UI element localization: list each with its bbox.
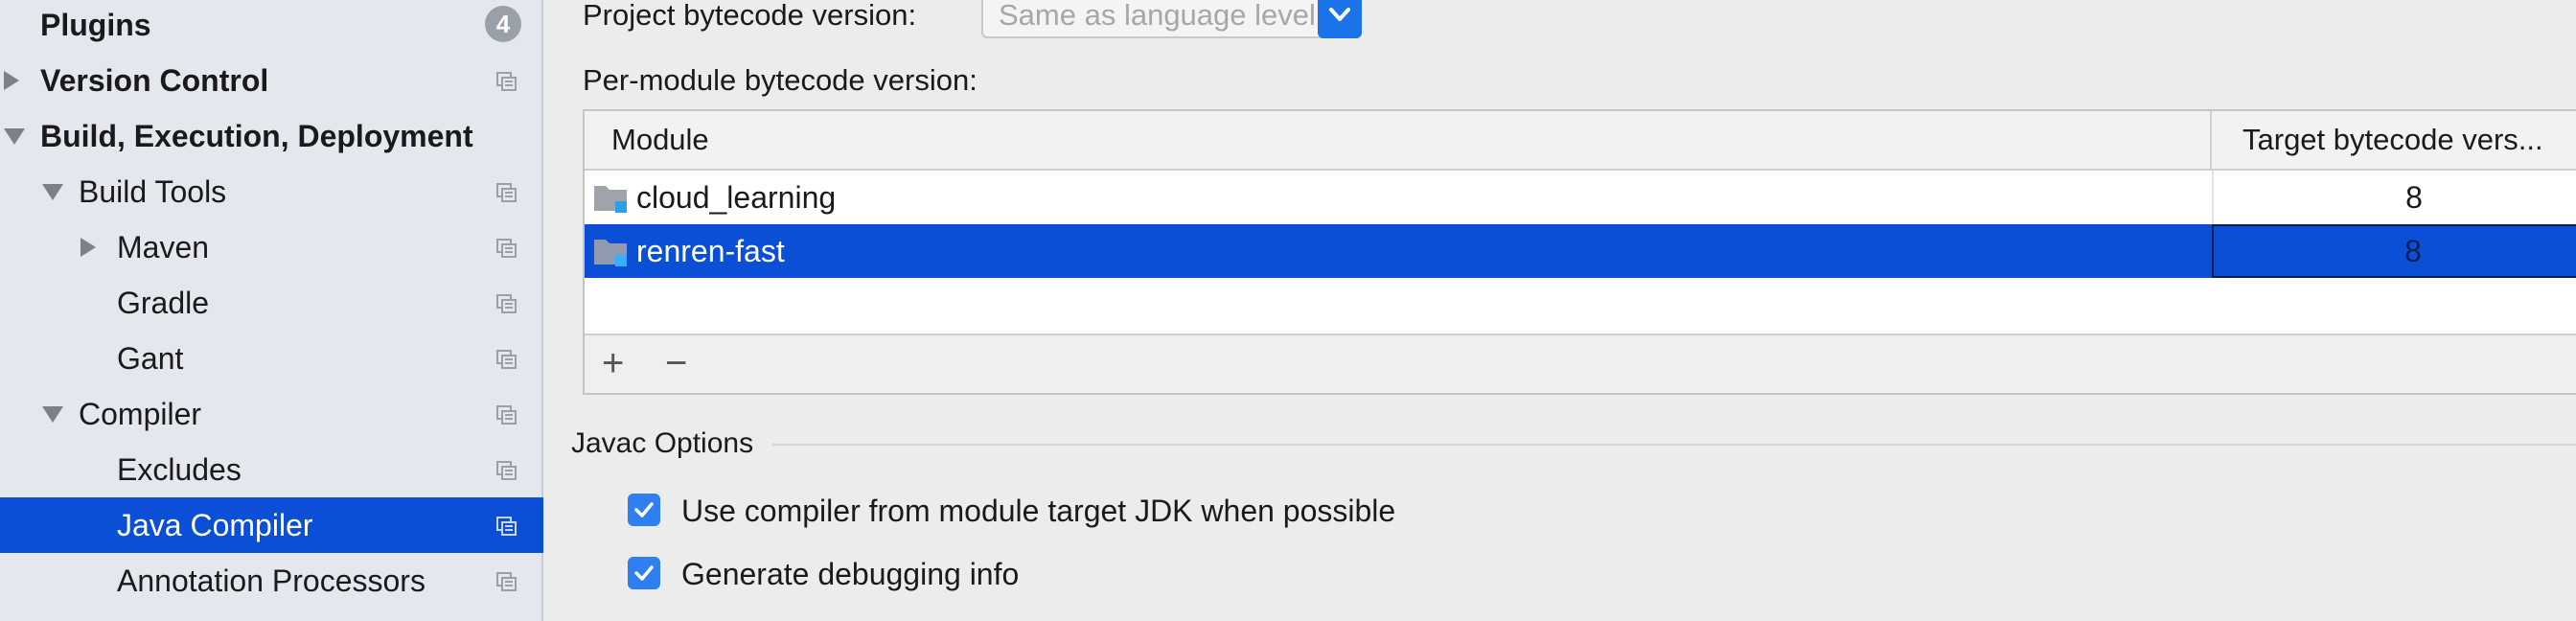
sidebar-item-label: Maven bbox=[117, 229, 210, 264]
settings-sidebar: Plugins 4 Version Control Build, Executi… bbox=[0, 0, 543, 621]
chevron-right-icon[interactable] bbox=[80, 238, 96, 257]
chevron-down-icon[interactable] bbox=[42, 184, 63, 200]
sidebar-item-plugins[interactable]: Plugins 4 bbox=[0, 0, 543, 53]
copy-settings-icon bbox=[496, 294, 518, 313]
target-bytecode-cell[interactable]: 8 bbox=[2212, 224, 2576, 278]
chevron-down-icon[interactable] bbox=[1318, 0, 1362, 38]
sidebar-item-build-tools[interactable]: Build Tools bbox=[0, 164, 543, 219]
sidebar-item-label: Gant bbox=[117, 340, 184, 376]
copy-settings-icon bbox=[496, 405, 518, 425]
sidebar-item-gant[interactable]: Gant bbox=[0, 331, 543, 386]
section-divider bbox=[772, 444, 2576, 446]
column-header-module[interactable]: Module bbox=[611, 123, 709, 157]
sidebar-item-label: Compiler bbox=[79, 396, 202, 431]
javac-options-title: Javac Options bbox=[571, 427, 754, 459]
project-bytecode-value: Same as language level bbox=[999, 0, 1316, 32]
table-row[interactable]: cloud_learning 8 bbox=[585, 171, 2576, 224]
copy-settings-icon bbox=[496, 350, 518, 369]
checkmark-icon bbox=[634, 565, 654, 581]
java-compiler-settings-panel: Project bytecode version: Same as langua… bbox=[545, 0, 2576, 621]
sidebar-item-label: Version Control bbox=[40, 62, 269, 98]
sidebar-item-build-execution-deployment[interactable]: Build, Execution, Deployment bbox=[0, 108, 543, 164]
sidebar-item-annotation-processors[interactable]: Annotation Processors bbox=[0, 553, 543, 609]
add-module-button[interactable]: + bbox=[602, 341, 624, 385]
chevron-down-icon[interactable] bbox=[42, 406, 63, 423]
sidebar-item-excludes[interactable]: Excludes bbox=[0, 442, 543, 497]
column-separator[interactable] bbox=[2210, 111, 2212, 169]
copy-settings-icon bbox=[496, 461, 518, 480]
sidebar-item-compiler[interactable]: Compiler bbox=[0, 386, 543, 442]
module-folder-icon bbox=[592, 236, 631, 268]
sidebar-item-maven[interactable]: Maven bbox=[0, 219, 543, 275]
sidebar-item-label: Build, Execution, Deployment bbox=[40, 118, 473, 153]
chevron-right-icon[interactable] bbox=[4, 71, 19, 90]
checkbox-label[interactable]: Generate debugging info bbox=[681, 557, 1019, 592]
copy-settings-icon bbox=[496, 183, 518, 202]
module-name: cloud_learning bbox=[636, 180, 837, 215]
remove-module-button[interactable]: − bbox=[665, 341, 687, 385]
per-module-bytecode-label: Per-module bytecode version: bbox=[583, 63, 978, 97]
sidebar-item-label: Excludes bbox=[117, 451, 242, 487]
per-module-bytecode-table: Module Target bytecode vers... cloud_lea… bbox=[583, 109, 2576, 395]
plugins-count-badge: 4 bbox=[485, 6, 521, 42]
copy-settings-icon bbox=[496, 572, 518, 591]
sidebar-item-label: Gradle bbox=[117, 285, 210, 320]
checkmark-icon bbox=[634, 502, 654, 518]
table-header: Module Target bytecode vers... bbox=[585, 111, 2576, 171]
module-name: renren-fast bbox=[636, 234, 785, 268]
table-row[interactable]: renren-fast 8 bbox=[585, 224, 2576, 278]
sidebar-item-version-control[interactable]: Version Control bbox=[0, 53, 543, 108]
module-folder-icon bbox=[592, 182, 631, 215]
sidebar-item-java-compiler[interactable]: Java Compiler bbox=[0, 497, 543, 553]
target-bytecode-cell[interactable]: 8 bbox=[2212, 171, 2576, 224]
table-toolbar: + − bbox=[585, 334, 2576, 393]
copy-settings-icon bbox=[496, 72, 518, 91]
copy-settings-icon bbox=[496, 239, 518, 258]
sidebar-item-label: Build Tools bbox=[79, 173, 227, 209]
sidebar-item-label: Plugins bbox=[40, 7, 151, 42]
project-bytecode-select[interactable]: Same as language level bbox=[981, 0, 1362, 38]
generate-debugging-info-checkbox[interactable] bbox=[628, 557, 660, 589]
copy-settings-icon bbox=[496, 517, 518, 536]
chevron-down-icon[interactable] bbox=[4, 128, 25, 145]
sidebar-item-gradle[interactable]: Gradle bbox=[0, 275, 543, 331]
checkbox-label[interactable]: Use compiler from module target JDK when… bbox=[681, 494, 1395, 529]
sidebar-item-label: Java Compiler bbox=[117, 507, 313, 542]
project-bytecode-label: Project bytecode version: bbox=[583, 0, 917, 32]
use-module-target-jdk-checkbox[interactable] bbox=[628, 494, 660, 526]
column-header-target-bytecode[interactable]: Target bytecode vers... bbox=[2242, 123, 2543, 157]
sidebar-item-label: Annotation Processors bbox=[117, 563, 426, 598]
